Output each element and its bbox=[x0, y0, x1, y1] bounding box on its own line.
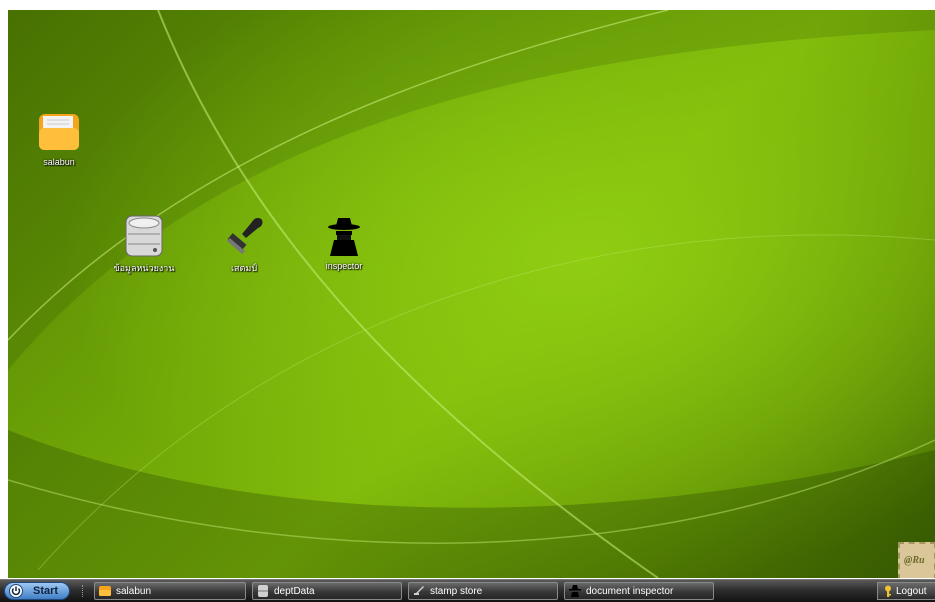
taskbar-item-stamp-store[interactable]: stamp store bbox=[408, 582, 558, 600]
database-icon bbox=[122, 214, 166, 258]
spy-icon bbox=[322, 214, 366, 258]
logout-button[interactable]: Logout bbox=[877, 582, 935, 600]
desktop-icon-inspector[interactable]: inspector bbox=[294, 214, 394, 271]
desktop-icon-label: ข้อมูลหน่วยงาน bbox=[113, 263, 175, 273]
taskbar-item-label: stamp store bbox=[430, 586, 483, 597]
taskbar-item-label: salabun bbox=[116, 586, 152, 597]
desktop-icon-stamp[interactable]: เสตมป์ bbox=[194, 214, 294, 275]
start-label: Start bbox=[33, 585, 59, 597]
stamp-icon bbox=[222, 214, 266, 258]
spy-icon bbox=[569, 585, 581, 597]
taskbar-item-dept-data[interactable]: deptData bbox=[252, 582, 402, 600]
taskbar-item-label: deptData bbox=[274, 586, 315, 597]
logout-label: Logout bbox=[896, 586, 927, 597]
taskbar: Start salabun deptData stamp store docum… bbox=[0, 579, 935, 602]
stamp-icon bbox=[414, 586, 424, 595]
power-icon bbox=[9, 584, 23, 598]
desktop-icon-salabun[interactable]: salabun bbox=[9, 110, 109, 167]
desktop-icon-label: inspector bbox=[325, 261, 363, 271]
taskbar-item-label: document inspector bbox=[586, 586, 674, 597]
start-button[interactable]: Start bbox=[4, 582, 70, 600]
database-icon bbox=[258, 585, 268, 597]
taskbar-item-document-inspector[interactable]: document inspector bbox=[564, 582, 714, 600]
key-icon bbox=[885, 585, 891, 597]
folder-icon bbox=[99, 586, 111, 596]
wallpaper-swoosh bbox=[8, 10, 935, 578]
desktop-icon-dept-data[interactable]: ข้อมูลหน่วยงาน bbox=[94, 214, 194, 275]
taskbar-item-salabun[interactable]: salabun bbox=[94, 582, 246, 600]
folder-icon bbox=[37, 110, 81, 154]
desktop[interactable]: salabun ข้อมูลหน่วยงาน เสตมป์ inspector … bbox=[8, 10, 935, 578]
desktop-icon-label: เสตมป์ bbox=[230, 263, 258, 273]
corner-stamp-logo: @Ru bbox=[898, 542, 935, 578]
desktop-icon-label: salabun bbox=[43, 157, 75, 167]
taskbar-grip bbox=[82, 585, 86, 597]
